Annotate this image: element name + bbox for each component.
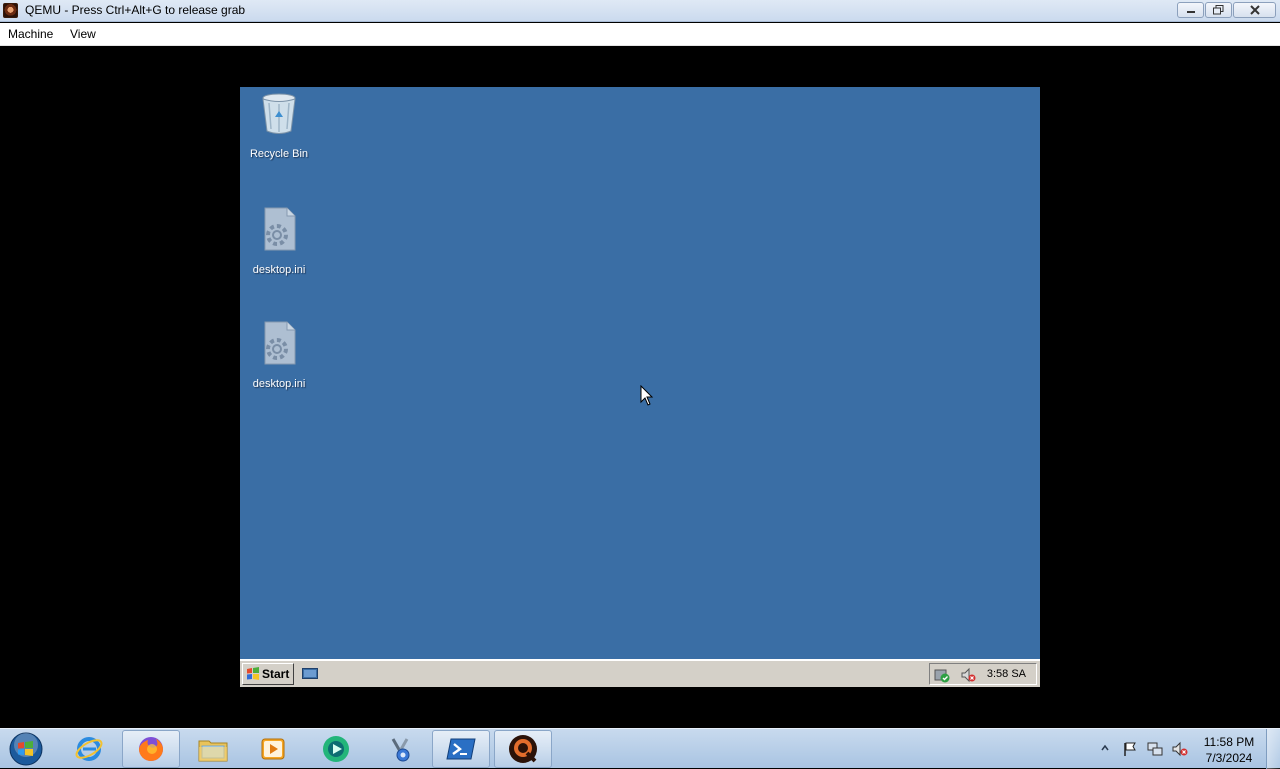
taskbar-tools[interactable] — [372, 730, 430, 768]
guest-clock: 3:58 SA — [986, 668, 1026, 680]
powershell-icon — [446, 738, 476, 760]
action-center-flag-icon[interactable] — [1122, 741, 1138, 757]
show-desktop-icon[interactable] — [302, 667, 318, 681]
qemu-icon — [509, 735, 537, 763]
desktop-icon-desktop-ini[interactable]: desktop.ini — [240, 205, 318, 276]
guest-system-tray: 3:58 SA — [929, 663, 1037, 685]
settings-file-icon — [264, 207, 296, 251]
window-controls — [1177, 2, 1276, 18]
settings-file-icon — [264, 321, 296, 365]
host-clock[interactable]: 11:58 PM 7/3/2024 — [1196, 734, 1262, 766]
restore-icon — [1213, 5, 1224, 15]
window-title: QEMU - Press Ctrl+Alt+G to release grab — [25, 3, 246, 17]
taskbar-file-explorer[interactable] — [184, 730, 242, 768]
close-button[interactable] — [1233, 2, 1276, 18]
host-clock-time: 11:58 PM — [1203, 735, 1255, 749]
qemu-app-icon[interactable] — [3, 3, 18, 18]
internet-explorer-icon — [75, 737, 103, 761]
guest-taskbar: Start 3:58 SA — [240, 659, 1040, 687]
restore-button[interactable] — [1205, 2, 1232, 18]
taskbar-media-player[interactable] — [244, 730, 302, 768]
desktop-icon-desktop-ini[interactable]: desktop.ini — [240, 319, 318, 390]
recycle-bin-icon — [262, 93, 296, 134]
desktop-icon-label: desktop.ini — [252, 378, 306, 390]
guest-desktop[interactable]: Recycle Bin desktop.ini desktop.ini Star… — [240, 87, 1040, 687]
mouse-cursor-icon — [640, 385, 654, 406]
start-label: Start — [262, 667, 290, 681]
start-orb-button[interactable] — [6, 730, 46, 768]
minimize-icon — [1186, 11, 1195, 13]
security-shield-icon[interactable] — [934, 667, 950, 683]
file-explorer-icon — [198, 740, 228, 762]
menu-bar: Machine View — [0, 23, 1280, 46]
taskbar-qemu[interactable] — [494, 730, 552, 768]
host-clock-date: 7/3/2024 — [1205, 751, 1253, 765]
volume-muted-icon[interactable] — [960, 667, 976, 683]
show-desktop-button[interactable] — [1266, 729, 1280, 769]
taskbar-firefox[interactable] — [122, 730, 180, 768]
taskbar-internet-explorer[interactable] — [60, 730, 118, 768]
media-player-icon — [261, 738, 285, 760]
network-icon[interactable] — [1147, 741, 1163, 757]
windows-flag-icon — [247, 667, 259, 680]
firefox-icon — [139, 737, 163, 761]
menu-machine[interactable]: Machine — [8, 27, 53, 41]
windows-orb-icon — [9, 732, 43, 766]
start-button[interactable]: Start — [242, 663, 294, 685]
desktop-icon-recycle-bin[interactable]: Recycle Bin — [240, 89, 318, 160]
show-hidden-icons-chevron-up-icon[interactable] — [1100, 743, 1110, 753]
minimize-button[interactable] — [1177, 2, 1204, 18]
title-bar: QEMU - Press Ctrl+Alt+G to release grab — [0, 0, 1280, 22]
app-green-icon — [323, 736, 349, 762]
taskbar-powershell[interactable] — [432, 730, 490, 768]
taskbar-app-green[interactable] — [308, 730, 366, 768]
close-icon — [1249, 5, 1260, 15]
desktop-icon-label: Recycle Bin — [249, 148, 309, 160]
host-taskbar: 11:58 PM 7/3/2024 — [0, 728, 1280, 769]
menu-view[interactable]: View — [70, 27, 96, 41]
tools-icon — [391, 738, 410, 762]
volume-muted-icon[interactable] — [1172, 741, 1188, 757]
desktop-icon-label: desktop.ini — [252, 264, 306, 276]
